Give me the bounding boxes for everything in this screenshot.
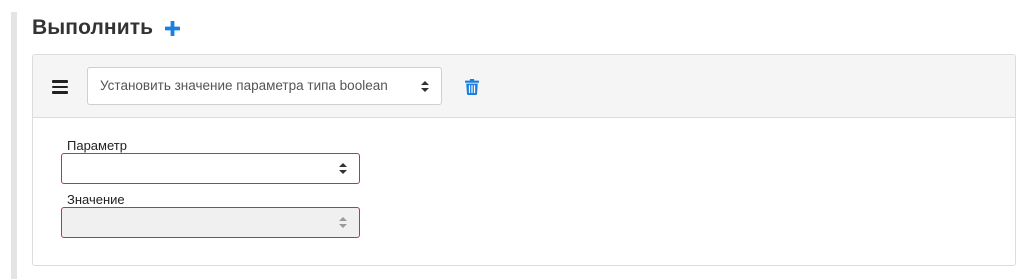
parameter-label: Параметр (67, 138, 127, 153)
value-select[interactable] (61, 207, 360, 238)
value-label: Значение (67, 192, 125, 207)
trash-icon (465, 79, 479, 95)
delete-action-button[interactable] (465, 79, 479, 95)
section-title: Выполнить (32, 16, 154, 39)
action-card-header: Установить значение параметра типа boole… (33, 55, 1015, 118)
add-action-button[interactable] (163, 19, 181, 37)
select-arrows-icon (339, 217, 347, 228)
page: Выполнить Установить значение параметра … (0, 0, 1036, 279)
action-type-select[interactable]: Установить значение параметра типа boole… (87, 67, 442, 105)
select-arrows-icon (339, 163, 347, 174)
plus-icon (164, 20, 180, 36)
drag-handle-icon[interactable] (52, 80, 68, 94)
section-indent-bar (11, 12, 17, 279)
section-header: Выполнить (32, 14, 181, 42)
action-type-value: Установить значение параметра типа boole… (100, 78, 388, 93)
select-arrows-icon (421, 81, 429, 92)
action-card: Установить значение параметра типа boole… (32, 54, 1016, 266)
parameter-select[interactable] (61, 153, 360, 184)
